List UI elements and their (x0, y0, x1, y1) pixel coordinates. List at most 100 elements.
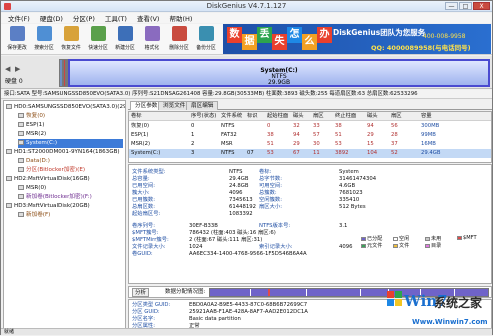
toolbar-button-2[interactable]: 恢复文件 (59, 26, 83, 53)
menu-file[interactable]: 文件(F) (3, 13, 35, 23)
table-cell: 53 (267, 150, 274, 156)
partition-icon (18, 131, 24, 136)
detail-label: 已用簇数: (132, 197, 155, 203)
table-row[interactable]: MSR(2) 2 MSR 51 29 30 53 15 37 16MB (129, 140, 491, 149)
tree-item-label: 恢复(0) (26, 113, 46, 119)
title-bar: DiskGenius V4.7.1.127 — □ X (1, 1, 492, 12)
guid-label: 分区 GUID: (132, 309, 160, 315)
table-row[interactable]: ESP(1) 1 FAT32 38 94 57 51 29 28 99MB (129, 131, 491, 140)
next-disk-icon[interactable]: ▶ (15, 65, 20, 73)
prev-disk-icon[interactable]: ◀ (5, 65, 10, 73)
detail-label: 卷序列号: (132, 223, 155, 229)
table-cell: 56 (391, 123, 398, 129)
close-button[interactable]: X (473, 2, 490, 10)
analyze-button[interactable]: 分析 (132, 288, 150, 297)
legend-item: 空闲 (393, 235, 409, 242)
table-cell: 51 (335, 132, 342, 138)
banner-phone: QQ: 4000089958(与电话同号) (371, 44, 471, 52)
guid-label: 分区类型 GUID: (132, 302, 171, 308)
table-cell: 94 (293, 132, 300, 138)
toolbar-label: 备份分区 (196, 45, 216, 51)
toolbar-button-0[interactable]: 保存更改 (5, 26, 29, 53)
tree-partition-item[interactable]: System(C:) (18, 139, 123, 148)
menu-help[interactable]: 帮助(H) (164, 13, 197, 23)
toolbar-button-4[interactable]: 新建分区 (113, 26, 137, 53)
legend-label: $MFT (463, 235, 477, 241)
legend-swatch (425, 236, 430, 241)
detail-label: $MFTMirr簇号: (132, 237, 169, 243)
detail-label: NTFS版本号: (259, 223, 291, 229)
table-cell: FAT32 (221, 132, 237, 138)
tree-partition-item[interactable]: 新加卷(F) (18, 211, 123, 220)
detail-value: 4.6GB (339, 183, 356, 189)
tree-partition-item[interactable]: 新加卷(Bitlocker加密)(F:) (18, 193, 123, 202)
tree-disk-item[interactable]: HD2:MsftVirtualDisk(16GB) (6, 175, 123, 184)
toolbar-button-5[interactable]: 格式化 (140, 26, 164, 53)
new-partition-icon (117, 26, 133, 41)
disk-icon (6, 203, 12, 208)
banner-block: 据 (242, 34, 257, 50)
site-watermark: Win7 系统之家 Www.Winwin7.com (386, 285, 492, 330)
toolbar-button-6[interactable]: 删除分区 (167, 26, 191, 53)
tree-partition-item[interactable]: Data(D:) (18, 157, 123, 166)
detail-value: 4096 (229, 190, 243, 196)
partition-block-system[interactable]: System(C:) NTFS 29.9GB (68, 59, 490, 87)
detail-label: 总扇区数: (132, 204, 155, 210)
tree-partition-item[interactable]: MSR(2) (18, 130, 123, 139)
table-row[interactable]: 恢复(0) 0 NTFS 0 32 33 38 94 56 300MB (129, 122, 491, 131)
menu-partition[interactable]: 分区(P) (68, 13, 100, 23)
legend-item: 元文件 (361, 242, 382, 249)
detail-value: 24.8GB (229, 183, 249, 189)
tree-disk-item[interactable]: HD3:MsftVirtualDisk(20GB) (6, 202, 123, 211)
toolbar-label: 快速分区 (88, 45, 108, 51)
toolbar-button-3[interactable]: 快速分区 (86, 26, 110, 53)
tree-partition-item[interactable]: ESP(1) (18, 121, 123, 130)
tree-item-label: 分区(Bitlocker加密)(E) (26, 167, 86, 173)
legend-swatch (457, 235, 462, 240)
tree-partition-item[interactable]: 分区(Bitlocker加密)(E) (18, 166, 123, 175)
detail-label: $MFT簇号: (132, 230, 159, 236)
disk-icon (6, 149, 12, 154)
table-cell: 文件系统 (221, 113, 243, 119)
table-row[interactable]: System(C:) 3 NTFS 07 53 67 11 3892 104 52 29.4GB (129, 149, 491, 158)
legend-item: 目录 (425, 242, 441, 249)
legend-item: 文件 (393, 242, 409, 249)
delete-partition-icon (171, 26, 187, 41)
minimize-button[interactable]: — (445, 2, 458, 10)
toolbar-button-1[interactable]: 搜索分区 (32, 26, 56, 53)
tab-bar: 分区参数 浏览文件 扇区编辑 (128, 100, 492, 110)
detail-label: 索引记录大小: (259, 244, 293, 250)
tree-partition-item[interactable]: 恢复(0) (18, 112, 123, 121)
table-cell: 32 (293, 123, 300, 129)
toolbar-label: 新建分区 (115, 45, 135, 51)
table-cell: 300MB (421, 123, 440, 129)
table-cell: 11 (313, 150, 320, 156)
legend-swatch (393, 236, 398, 241)
table-cell: 起始柱面 (267, 113, 289, 119)
banner-block: 数 (227, 27, 242, 43)
table-cell: 07 (247, 150, 254, 156)
menu-view[interactable]: 查看(V) (132, 13, 165, 23)
table-cell: 38 (267, 132, 274, 138)
ad-banner[interactable]: 400-008-9958 DiskGenius团队为您服务 QQ: 400008… (223, 24, 491, 54)
table-cell: 67 (293, 150, 300, 156)
maximize-button[interactable]: □ (459, 2, 472, 10)
toolbar-label: 保存更改 (7, 45, 27, 51)
tree-disk-item[interactable]: HD0:SAMSUNGSSD850EVO(SATA3.0)(29GB) (6, 103, 125, 112)
table-cell: 33 (313, 123, 320, 129)
tree-partition-item[interactable]: MSR(0) (18, 184, 123, 193)
menu-disk[interactable]: 硬盘(D) (35, 13, 68, 23)
menu-tools[interactable]: 工具(T) (100, 13, 132, 23)
toolbar-button-7[interactable]: 备份分区 (194, 26, 218, 53)
detail-value: 512 Bytes (339, 204, 366, 210)
tree-disk-item[interactable]: HD1:ST2000DM001-9YN164(1863GB) (6, 148, 123, 157)
detail-value: 29.4GB (229, 176, 249, 182)
detail-label: 已用空间: (132, 183, 155, 189)
table-cell: 磁头 (293, 113, 304, 119)
table-cell: 15 (367, 141, 374, 147)
detail-label: 簇大小: (132, 190, 150, 196)
guid-value: 25921AAB-F1AE-428A-8AF7-AAD2E012DC1A (189, 309, 308, 315)
table-cell: 29 (293, 141, 300, 147)
tab-sector-edit[interactable]: 扇区编辑 (186, 101, 219, 110)
legend-swatch (361, 243, 366, 248)
